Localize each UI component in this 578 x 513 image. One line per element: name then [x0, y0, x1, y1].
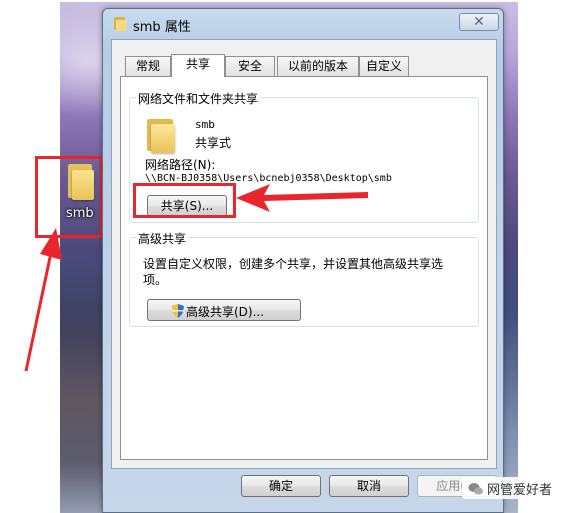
network-sharing-group-title: 网络文件和文件夹共享 — [136, 90, 261, 107]
dialog-titlebar[interactable]: smb 属性 ✕ — [103, 9, 503, 39]
screenshot-stage: smb smb 属性 ✕ 常规 共享 安全 以前的版本 自定义 网络文件和文件夹… — [0, 0, 578, 513]
cancel-button[interactable]: 取消 — [329, 475, 409, 497]
shared-folder-icon — [145, 119, 181, 153]
tab-general[interactable]: 常规 — [125, 56, 171, 76]
dialog-title: smb 属性 — [133, 20, 191, 35]
ok-button[interactable]: 确定 — [241, 475, 321, 497]
wechat-logo-icon — [468, 483, 483, 495]
advanced-sharing-group-title: 高级共享 — [136, 230, 189, 247]
network-path-label: 网络路径(N): — [145, 158, 216, 172]
watermark-text: 网管爱好者 — [487, 483, 553, 498]
tab-security[interactable]: 安全 — [225, 56, 275, 76]
arrow-left-icon — [236, 184, 368, 212]
tab-sharing[interactable]: 共享 — [171, 54, 225, 77]
share-status-text: 共享式 — [195, 136, 232, 150]
shared-folder-name: smb — [195, 118, 215, 131]
close-button[interactable]: ✕ — [459, 13, 499, 31]
arrow-up-icon — [24, 228, 62, 372]
advanced-sharing-button-label: 高级共享(D)... — [186, 305, 265, 319]
folder-title-icon — [113, 17, 127, 31]
watermark: 网管爱好者 — [462, 477, 559, 499]
advanced-sharing-description-line2: 项。 — [143, 273, 168, 287]
tab-customize[interactable]: 自定义 — [359, 56, 409, 76]
properties-dialog: smb 属性 ✕ 常规 共享 安全 以前的版本 自定义 网络文件和文件夹共享 s… — [102, 8, 504, 513]
tab-previous-versions[interactable]: 以前的版本 — [277, 56, 359, 76]
advanced-sharing-button[interactable]: 高级共享(D)... — [147, 299, 301, 321]
sharing-tab-page: 网络文件和文件夹共享 smb 共享式 网络路径(N): \\BCN-BJ0358… — [120, 76, 488, 460]
dialog-client-area: 常规 共享 安全 以前的版本 自定义 网络文件和文件夹共享 smb 共享式 网络… — [111, 39, 497, 469]
share-button-highlight-box — [133, 183, 236, 218]
advanced-sharing-description-line1: 设置自定义权限，创建多个共享，并设置其他高级共享选 — [143, 257, 444, 271]
shield-icon — [172, 304, 184, 318]
